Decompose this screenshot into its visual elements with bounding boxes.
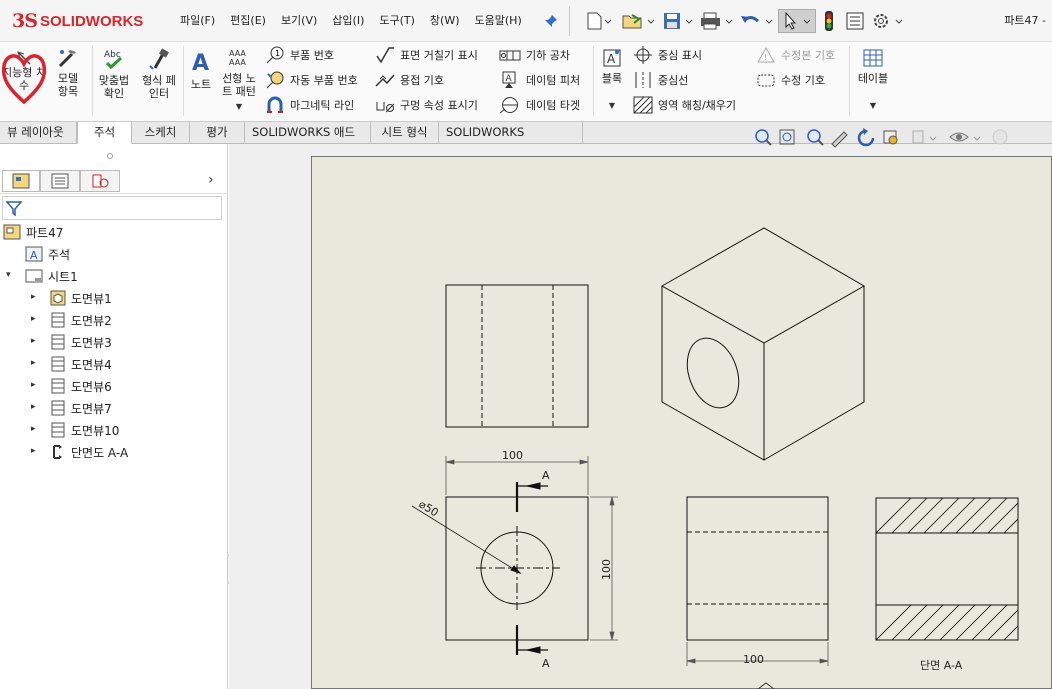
triad-icon (757, 682, 775, 689)
section-letter-top: A (542, 469, 550, 482)
drawing-view-side[interactable] (686, 496, 829, 641)
section-letter-bottom: A (542, 657, 550, 670)
dimension-top-width-text[interactable]: 100 (502, 449, 523, 462)
drawing-view-section[interactable] (866, 493, 1052, 650)
section-view-label-text: 단면 A-A (920, 659, 963, 672)
dimension-height-text[interactable]: 100 (600, 559, 613, 580)
section-hatch-top (876, 498, 1018, 533)
drawing-views-layer: 100 100 ⌀50 A A 100 단면 A-A (411, 227, 1052, 689)
drawing-view-isometric[interactable] (660, 227, 866, 461)
section-hatch-bottom (876, 605, 1018, 640)
drawing-view-top[interactable] (445, 284, 589, 428)
dimension-side-width-text[interactable]: 100 (743, 653, 764, 666)
